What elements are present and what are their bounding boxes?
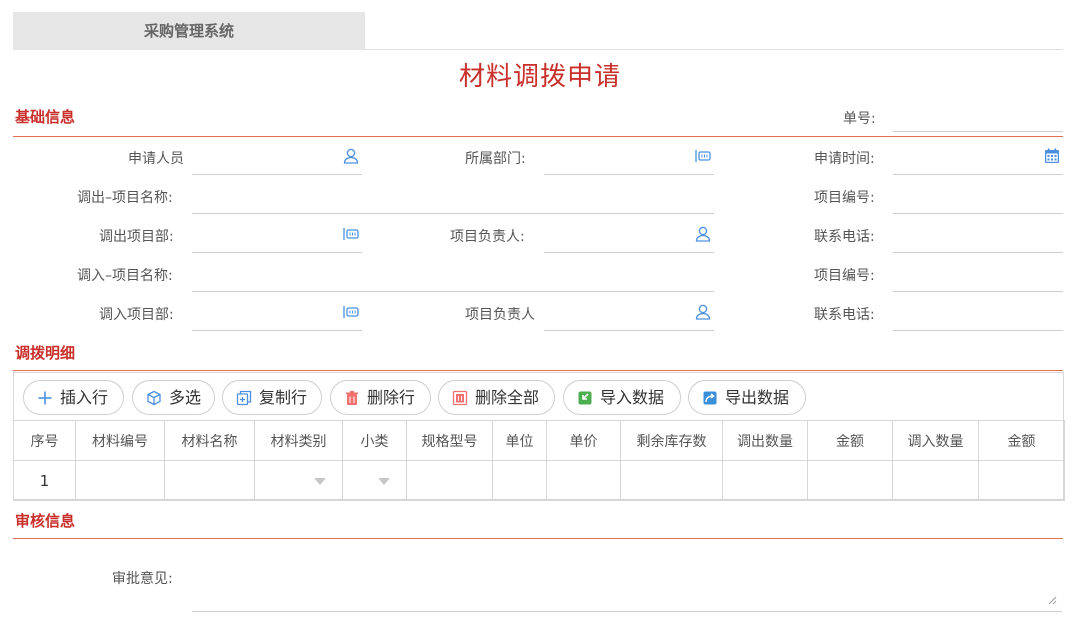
cube-icon (147, 390, 161, 406)
multi-select-button[interactable]: 多选 (132, 380, 215, 415)
tab-bar: 采购管理系统 (13, 12, 1063, 50)
in-project-no-label: 项目编号: (814, 268, 875, 284)
in-project-name-field[interactable] (192, 264, 714, 292)
delete-row-label: 删除行 (367, 388, 416, 407)
out-project-name-field[interactable] (192, 186, 714, 214)
remaining-stock-cell[interactable] (620, 460, 723, 501)
in-project-name-label: 调入–项目名称: (77, 268, 173, 284)
in-phone-label: 联系电话: (814, 307, 875, 323)
trash-icon (346, 391, 358, 405)
material-category-select[interactable] (254, 460, 343, 501)
org-picker-icon[interactable] (342, 303, 360, 321)
out-project-dept-field[interactable] (192, 225, 362, 253)
section-divider (13, 538, 1063, 539)
resize-handle-icon[interactable] (1047, 595, 1057, 605)
column-header[interactable]: 序号 (13, 420, 76, 461)
copy-row-label: 复制行 (259, 388, 308, 407)
out-manager-label: 项目负责人: (450, 229, 525, 245)
section-title-audit: 审核信息 (15, 512, 76, 530)
in-project-dept-label: 调入项目部: (99, 307, 174, 323)
column-header[interactable]: 材料名称 (164, 420, 255, 461)
subcategory-select[interactable] (342, 460, 407, 501)
spec-model-cell[interactable] (406, 460, 493, 501)
page-title: 材料调拨申请 (458, 62, 621, 92)
column-header[interactable]: 材料类别 (254, 420, 343, 461)
out-phone-label: 联系电话: (814, 229, 875, 245)
department-field[interactable] (544, 147, 714, 175)
apply-time-label: 申请时间: (814, 151, 875, 167)
department-label: 所属部门: (465, 151, 526, 167)
user-icon[interactable] (694, 303, 712, 321)
import-data-button[interactable]: 导入数据 (563, 380, 681, 415)
out-quantity-cell[interactable] (722, 460, 808, 501)
apply-time-field[interactable] (893, 147, 1063, 175)
chevron-down-icon[interactable] (314, 478, 326, 485)
unit-cell[interactable] (492, 460, 547, 501)
export-data-button[interactable]: 导出数据 (688, 380, 806, 415)
approval-opinion-label: 审批意见: (112, 571, 173, 587)
order-no-field[interactable] (893, 110, 1063, 132)
material-name-cell[interactable] (164, 460, 255, 501)
in-quantity-cell[interactable] (892, 460, 979, 501)
in-manager-field[interactable] (544, 303, 714, 331)
multi-select-label: 多选 (169, 388, 202, 407)
in-project-dept-field[interactable] (192, 303, 362, 331)
in-amount-cell[interactable] (978, 460, 1065, 501)
section-divider (13, 370, 1063, 371)
chevron-down-icon[interactable] (378, 478, 390, 485)
column-header[interactable]: 单位 (492, 420, 547, 461)
column-header[interactable]: 金额 (807, 420, 893, 461)
section-title-detail: 调拨明细 (15, 344, 76, 362)
copy-row-button[interactable]: 复制行 (222, 380, 322, 415)
applicant-label: 申请人员 (128, 151, 184, 167)
import-icon (578, 391, 592, 405)
section-divider (13, 136, 1063, 137)
column-header[interactable]: 材料编号 (75, 420, 165, 461)
in-manager-label: 项目负责人 (465, 307, 535, 323)
delete-row-button[interactable]: 删除行 (330, 380, 431, 415)
out-manager-field[interactable] (544, 225, 714, 253)
insert-row-label: 插入行 (60, 388, 109, 407)
org-picker-icon[interactable] (694, 147, 712, 165)
in-project-no-field[interactable] (893, 264, 1063, 292)
calendar-icon[interactable] (1043, 147, 1061, 165)
user-icon[interactable] (694, 225, 712, 243)
insert-row-button[interactable]: 插入行 (23, 380, 124, 415)
column-header[interactable]: 金额 (978, 420, 1065, 461)
order-no-label: 单号: (843, 111, 876, 127)
detail-table: 序号 材料编号 材料名称 材料类别 小类 规格型号 单位 单价 剩余库存数 调出… (13, 420, 1065, 501)
in-phone-field[interactable] (893, 303, 1063, 331)
row-index-cell: 1 (13, 460, 76, 501)
approval-opinion-textarea[interactable] (192, 560, 1062, 612)
out-amount-cell[interactable] (807, 460, 893, 501)
out-project-no-label: 项目编号: (814, 190, 875, 206)
copy-icon (236, 390, 252, 406)
tab-procurement-system[interactable]: 采购管理系统 (13, 12, 365, 50)
column-header[interactable]: 调入数量 (892, 420, 979, 461)
out-phone-field[interactable] (893, 225, 1063, 253)
user-icon[interactable] (342, 147, 360, 165)
table-row[interactable]: 1 (13, 460, 1065, 501)
out-project-no-field[interactable] (893, 186, 1063, 214)
delete-all-label: 删除全部 (475, 388, 540, 407)
export-data-label: 导出数据 (725, 388, 790, 407)
org-picker-icon[interactable] (342, 225, 360, 243)
unit-price-cell[interactable] (546, 460, 621, 501)
column-header[interactable]: 小类 (342, 420, 407, 461)
column-header[interactable]: 调出数量 (722, 420, 808, 461)
section-title-basic: 基础信息 (15, 108, 76, 126)
delete-all-button[interactable]: 删除全部 (438, 380, 555, 415)
column-header[interactable]: 规格型号 (406, 420, 493, 461)
import-data-label: 导入数据 (600, 388, 665, 407)
column-header[interactable]: 单价 (546, 420, 621, 461)
plus-icon (38, 391, 52, 405)
table-header-row: 序号 材料编号 材料名称 材料类别 小类 规格型号 单位 单价 剩余库存数 调出… (13, 420, 1065, 461)
material-code-cell[interactable] (75, 460, 165, 501)
out-project-dept-label: 调出项目部: (99, 229, 174, 245)
out-project-name-label: 调出–项目名称: (77, 190, 173, 206)
applicant-field[interactable] (192, 147, 362, 175)
trash-all-icon (452, 390, 468, 406)
export-icon (703, 391, 717, 405)
column-header[interactable]: 剩余库存数 (620, 420, 723, 461)
